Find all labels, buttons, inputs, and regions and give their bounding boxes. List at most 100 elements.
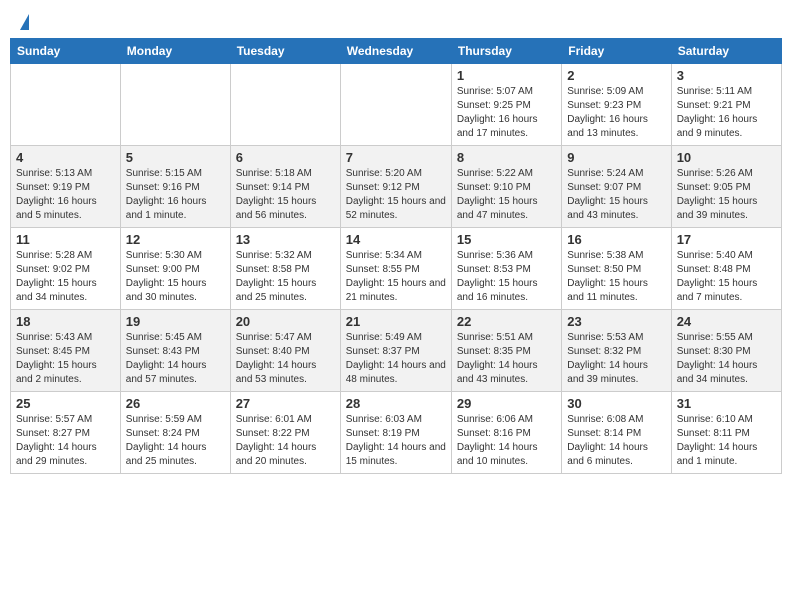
day-info: Sunrise: 5:43 AM Sunset: 8:45 PM Dayligh… xyxy=(16,331,115,387)
calendar-cell: 26 Sunrise: 5:59 AM Sunset: 8:24 PM Dayli… xyxy=(120,392,230,474)
day-info: Sunrise: 5:13 AM Sunset: 9:19 PM Dayligh… xyxy=(16,167,115,223)
calendar-cell: 25 Sunrise: 5:57 AM Sunset: 8:27 PM Dayli… xyxy=(11,392,121,474)
day-number: 28 xyxy=(346,396,446,411)
day-number: 27 xyxy=(236,396,335,411)
day-number: 14 xyxy=(346,232,446,247)
calendar-cell: 31 Sunrise: 6:10 AM Sunset: 8:11 PM Dayli… xyxy=(671,392,781,474)
calendar-cell: 19 Sunrise: 5:45 AM Sunset: 8:43 PM Dayli… xyxy=(120,310,230,392)
day-info: Sunrise: 5:09 AM Sunset: 9:23 PM Dayligh… xyxy=(567,85,665,141)
calendar-day-header: Saturday xyxy=(671,39,781,64)
calendar-cell: 18 Sunrise: 5:43 AM Sunset: 8:45 PM Dayli… xyxy=(11,310,121,392)
day-number: 5 xyxy=(126,150,225,165)
calendar-cell: 17Sunrise: 5:40 AM Sunset: 8:48 PM Dayli… xyxy=(671,228,781,310)
calendar-week-row: 18 Sunrise: 5:43 AM Sunset: 8:45 PM Dayli… xyxy=(11,310,782,392)
calendar-cell: 13 Sunrise: 5:32 AM Sunset: 8:58 PM Dayli… xyxy=(230,228,340,310)
day-number: 1 xyxy=(457,68,556,83)
day-info: Sunrise: 5:30 AM Sunset: 9:00 PM Dayligh… xyxy=(126,249,225,305)
day-info: Sunrise: 5:28 AM Sunset: 9:02 PM Dayligh… xyxy=(16,249,115,305)
calendar-cell: 29 Sunrise: 6:06 AM Sunset: 8:16 PM Dayli… xyxy=(451,392,561,474)
calendar-cell: 14 Sunrise: 5:34 AM Sunset: 8:55 PM Dayli… xyxy=(340,228,451,310)
calendar-cell: 30 Sunrise: 6:08 AM Sunset: 8:14 PM Dayli… xyxy=(562,392,671,474)
day-info: Sunrise: 5:11 AM Sunset: 9:21 PM Dayligh… xyxy=(677,85,776,141)
day-info: Sunrise: 5:36 AM Sunset: 8:53 PM Dayligh… xyxy=(457,249,556,305)
day-info: Sunrise: 6:06 AM Sunset: 8:16 PM Dayligh… xyxy=(457,413,556,469)
calendar-day-header: Wednesday xyxy=(340,39,451,64)
calendar-cell: 21 Sunrise: 5:49 AM Sunset: 8:37 PM Dayli… xyxy=(340,310,451,392)
calendar-week-row: 1Sunrise: 5:07 AM Sunset: 9:25 PM Daylig… xyxy=(11,64,782,146)
day-number: 3 xyxy=(677,68,776,83)
calendar-cell: 23 Sunrise: 5:53 AM Sunset: 8:32 PM Dayli… xyxy=(562,310,671,392)
calendar-cell xyxy=(340,64,451,146)
day-info: Sunrise: 5:38 AM Sunset: 8:50 PM Dayligh… xyxy=(567,249,665,305)
day-number: 2 xyxy=(567,68,665,83)
day-info: Sunrise: 5:59 AM Sunset: 8:24 PM Dayligh… xyxy=(126,413,225,469)
day-number: 29 xyxy=(457,396,556,411)
day-info: Sunrise: 5:15 AM Sunset: 9:16 PM Dayligh… xyxy=(126,167,225,223)
calendar-header-row: SundayMondayTuesdayWednesdayThursdayFrid… xyxy=(11,39,782,64)
calendar-cell: 12Sunrise: 5:30 AM Sunset: 9:00 PM Dayli… xyxy=(120,228,230,310)
day-number: 21 xyxy=(346,314,446,329)
day-info: Sunrise: 5:47 AM Sunset: 8:40 PM Dayligh… xyxy=(236,331,335,387)
calendar-cell: 27 Sunrise: 6:01 AM Sunset: 8:22 PM Dayli… xyxy=(230,392,340,474)
page-header xyxy=(10,10,782,32)
day-number: 26 xyxy=(126,396,225,411)
day-info: Sunrise: 5:34 AM Sunset: 8:55 PM Dayligh… xyxy=(346,249,446,305)
calendar-day-header: Tuesday xyxy=(230,39,340,64)
calendar-day-header: Sunday xyxy=(11,39,121,64)
day-number: 4 xyxy=(16,150,115,165)
calendar-cell: 4 Sunrise: 5:13 AM Sunset: 9:19 PM Daylig… xyxy=(11,146,121,228)
calendar-cell: 11 Sunrise: 5:28 AM Sunset: 9:02 PM Dayli… xyxy=(11,228,121,310)
day-info: Sunrise: 5:32 AM Sunset: 8:58 PM Dayligh… xyxy=(236,249,335,305)
calendar-cell: 24 Sunrise: 5:55 AM Sunset: 8:30 PM Dayli… xyxy=(671,310,781,392)
logo xyxy=(18,14,29,28)
calendar-day-header: Monday xyxy=(120,39,230,64)
day-info: Sunrise: 5:20 AM Sunset: 9:12 PM Dayligh… xyxy=(346,167,446,223)
day-number: 8 xyxy=(457,150,556,165)
calendar-cell: 28 Sunrise: 6:03 AM Sunset: 8:19 PM Dayli… xyxy=(340,392,451,474)
day-number: 19 xyxy=(126,314,225,329)
calendar-week-row: 25 Sunrise: 5:57 AM Sunset: 8:27 PM Dayli… xyxy=(11,392,782,474)
day-number: 25 xyxy=(16,396,115,411)
day-number: 30 xyxy=(567,396,665,411)
calendar-cell: 15Sunrise: 5:36 AM Sunset: 8:53 PM Dayli… xyxy=(451,228,561,310)
calendar-cell: 6 Sunrise: 5:18 AM Sunset: 9:14 PM Daylig… xyxy=(230,146,340,228)
day-number: 16 xyxy=(567,232,665,247)
day-number: 7 xyxy=(346,150,446,165)
calendar-cell: 22Sunrise: 5:51 AM Sunset: 8:35 PM Dayli… xyxy=(451,310,561,392)
day-number: 20 xyxy=(236,314,335,329)
calendar-cell: 10Sunrise: 5:26 AM Sunset: 9:05 PM Dayli… xyxy=(671,146,781,228)
day-number: 11 xyxy=(16,232,115,247)
calendar-week-row: 4 Sunrise: 5:13 AM Sunset: 9:19 PM Daylig… xyxy=(11,146,782,228)
day-info: Sunrise: 5:49 AM Sunset: 8:37 PM Dayligh… xyxy=(346,331,446,387)
day-number: 23 xyxy=(567,314,665,329)
calendar-cell xyxy=(120,64,230,146)
day-info: Sunrise: 5:18 AM Sunset: 9:14 PM Dayligh… xyxy=(236,167,335,223)
calendar-cell: 5 Sunrise: 5:15 AM Sunset: 9:16 PM Daylig… xyxy=(120,146,230,228)
day-info: Sunrise: 6:03 AM Sunset: 8:19 PM Dayligh… xyxy=(346,413,446,469)
calendar-cell: 7 Sunrise: 5:20 AM Sunset: 9:12 PM Daylig… xyxy=(340,146,451,228)
day-number: 31 xyxy=(677,396,776,411)
day-number: 10 xyxy=(677,150,776,165)
day-info: Sunrise: 6:08 AM Sunset: 8:14 PM Dayligh… xyxy=(567,413,665,469)
day-info: Sunrise: 6:01 AM Sunset: 8:22 PM Dayligh… xyxy=(236,413,335,469)
day-info: Sunrise: 5:45 AM Sunset: 8:43 PM Dayligh… xyxy=(126,331,225,387)
calendar-day-header: Thursday xyxy=(451,39,561,64)
day-info: Sunrise: 5:22 AM Sunset: 9:10 PM Dayligh… xyxy=(457,167,556,223)
day-info: Sunrise: 5:51 AM Sunset: 8:35 PM Dayligh… xyxy=(457,331,556,387)
day-number: 13 xyxy=(236,232,335,247)
calendar-table: SundayMondayTuesdayWednesdayThursdayFrid… xyxy=(10,38,782,474)
calendar-cell: 16 Sunrise: 5:38 AM Sunset: 8:50 PM Dayli… xyxy=(562,228,671,310)
calendar-cell: 8 Sunrise: 5:22 AM Sunset: 9:10 PM Daylig… xyxy=(451,146,561,228)
day-info: Sunrise: 6:10 AM Sunset: 8:11 PM Dayligh… xyxy=(677,413,776,469)
calendar-cell: 20 Sunrise: 5:47 AM Sunset: 8:40 PM Dayli… xyxy=(230,310,340,392)
day-number: 17 xyxy=(677,232,776,247)
day-number: 18 xyxy=(16,314,115,329)
day-number: 24 xyxy=(677,314,776,329)
logo-triangle-icon xyxy=(20,14,29,30)
calendar-day-header: Friday xyxy=(562,39,671,64)
day-number: 6 xyxy=(236,150,335,165)
day-info: Sunrise: 5:55 AM Sunset: 8:30 PM Dayligh… xyxy=(677,331,776,387)
day-info: Sunrise: 5:53 AM Sunset: 8:32 PM Dayligh… xyxy=(567,331,665,387)
day-number: 9 xyxy=(567,150,665,165)
day-info: Sunrise: 5:57 AM Sunset: 8:27 PM Dayligh… xyxy=(16,413,115,469)
